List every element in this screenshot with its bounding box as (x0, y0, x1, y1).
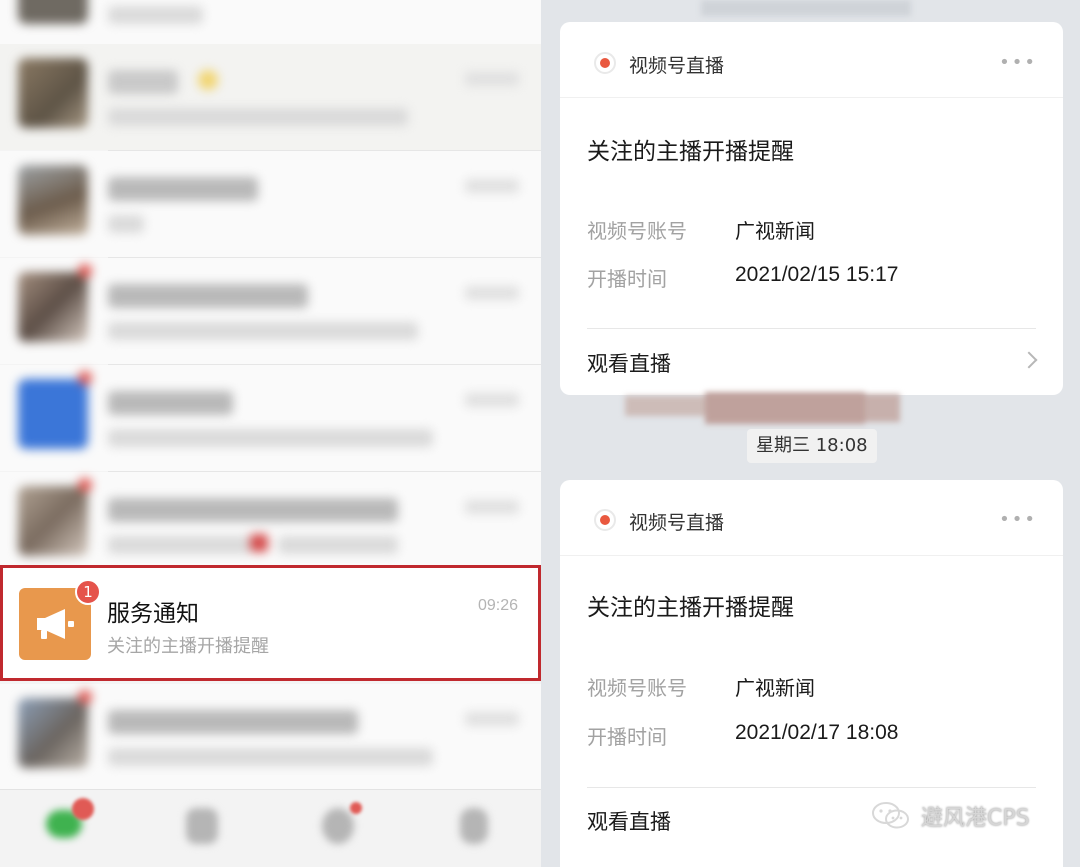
card-header-title: 视频号直播 (629, 512, 725, 534)
live-dot-icon (594, 52, 616, 74)
chat-row-blurred[interactable] (0, 684, 541, 790)
live-notification-card[interactable]: 视频号直播 ••• 关注的主播开播提醒 视频号账号 广视新闻 开播时间 2021… (560, 22, 1063, 395)
chat-row-blurred[interactable] (0, 151, 541, 257)
chat-row-blurred[interactable] (0, 472, 541, 578)
start-time-label: 开播时间 (587, 267, 667, 291)
wechat-icon (872, 802, 909, 829)
chat-row-service-notification[interactable]: 1 服务通知 关注的主播开播提醒 09:26 (0, 565, 541, 681)
watch-live-button[interactable]: 观看直播 (587, 348, 671, 378)
avatar (18, 379, 88, 449)
start-time-label: 开播时间 (587, 725, 667, 749)
card-header-title: 视频号直播 (629, 55, 725, 77)
tab-bar (0, 789, 541, 867)
watermark: 避风港CPS (871, 800, 1030, 832)
tab-discover[interactable] (316, 802, 362, 856)
account-label: 视频号账号 (587, 219, 687, 243)
avatar (18, 165, 88, 235)
avatar (18, 0, 88, 24)
card-header: 视频号直播 ••• (560, 480, 1063, 556)
chat-title: 服务通知 (107, 601, 199, 627)
megaphone-icon (37, 609, 74, 639)
avatar (18, 486, 88, 556)
card-header: 视频号直播 ••• (560, 22, 1063, 98)
more-dots-icon[interactable]: ••• (999, 511, 1037, 529)
chat-list: 1 服务通知 关注的主播开播提醒 09:26 (0, 0, 541, 867)
account-label: 视频号账号 (587, 676, 687, 700)
start-time-value: 2021/02/17 18:08 (735, 721, 899, 744)
card-title: 关注的主播开播提醒 (587, 139, 794, 165)
chat-time: 09:26 (477, 597, 518, 614)
unread-badge: 1 (75, 579, 101, 605)
avatar (18, 698, 88, 768)
avatar (18, 58, 88, 128)
message-time-divider: 星期三 18:08 (747, 429, 877, 463)
chat-preview: 关注的主播开播提醒 (107, 636, 269, 657)
service-notification-panel: 视频号直播 ••• 关注的主播开播提醒 视频号账号 广视新闻 开播时间 2021… (541, 0, 1080, 867)
tab-contacts[interactable] (180, 804, 224, 856)
watermark-text: 避风港CPS (921, 806, 1030, 831)
tab-me[interactable] (452, 804, 496, 856)
chat-row-blurred[interactable] (0, 44, 541, 150)
watch-live-button[interactable]: 观看直播 (587, 806, 671, 836)
card-title: 关注的主播开播提醒 (587, 595, 794, 621)
avatar (18, 272, 88, 342)
chat-row-blurred[interactable] (0, 365, 541, 471)
more-dots-icon[interactable]: ••• (999, 54, 1037, 72)
chevron-right-icon (1020, 351, 1038, 369)
chat-row-blurred[interactable] (0, 0, 541, 46)
live-dot-icon (594, 509, 616, 531)
start-time-value: 2021/02/15 15:17 (735, 263, 899, 286)
tab-chats[interactable] (42, 798, 94, 856)
account-value: 广视新闻 (735, 219, 815, 243)
blurred-strip (625, 392, 900, 424)
account-value: 广视新闻 (735, 676, 815, 700)
chat-row-blurred[interactable] (0, 258, 541, 364)
